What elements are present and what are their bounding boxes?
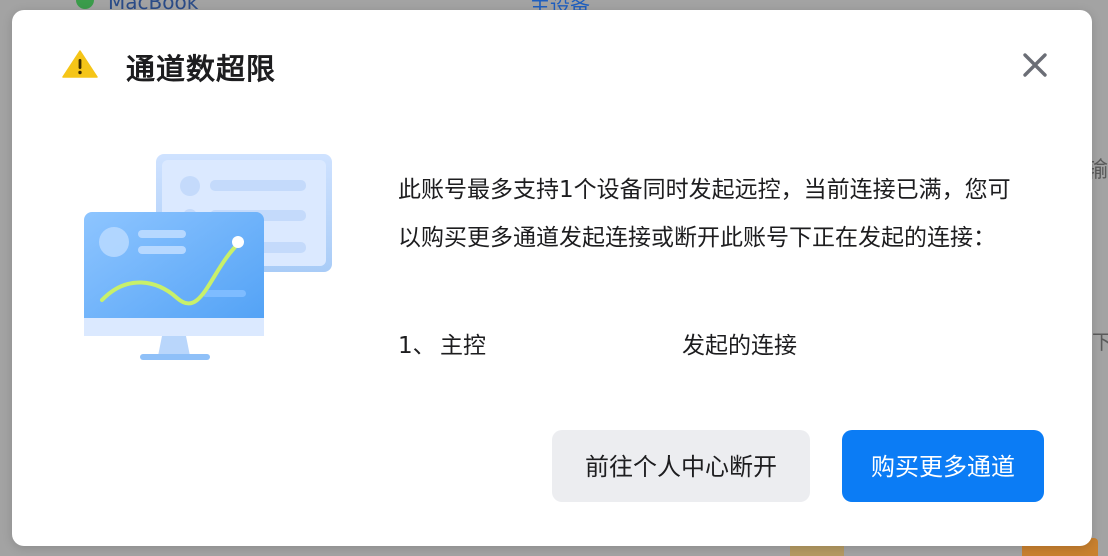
channel-limit-dialog: 通道数超限 此账号最多支持1个设备同时发起远控，当前连接已满，您可以购买更多通道… bbox=[12, 10, 1092, 546]
dialog-message: 此账号最多支持1个设备同时发起远控，当前连接已满，您可以购买更多通道发起连接或断… bbox=[398, 177, 1011, 251]
status-dot-icon bbox=[76, 0, 94, 9]
connection-row: 1、 主控 发起的连接 bbox=[398, 322, 1018, 370]
monitor-illustration bbox=[84, 154, 332, 360]
close-icon[interactable] bbox=[1018, 48, 1052, 82]
warning-triangle-icon bbox=[62, 50, 98, 78]
background-side-text-2: 下 bbox=[1092, 330, 1108, 354]
connection-description: 发起的连接 bbox=[682, 333, 797, 359]
connection-name: 主控 bbox=[440, 333, 486, 359]
background-tan-block bbox=[790, 546, 844, 556]
connection-index: 1、 bbox=[398, 333, 436, 359]
go-to-profile-disconnect-button[interactable]: 前往个人中心断开 bbox=[552, 430, 810, 502]
dialog-title: 通道数超限 bbox=[126, 52, 277, 86]
buy-more-channels-button[interactable]: 购买更多通道 bbox=[842, 430, 1044, 502]
